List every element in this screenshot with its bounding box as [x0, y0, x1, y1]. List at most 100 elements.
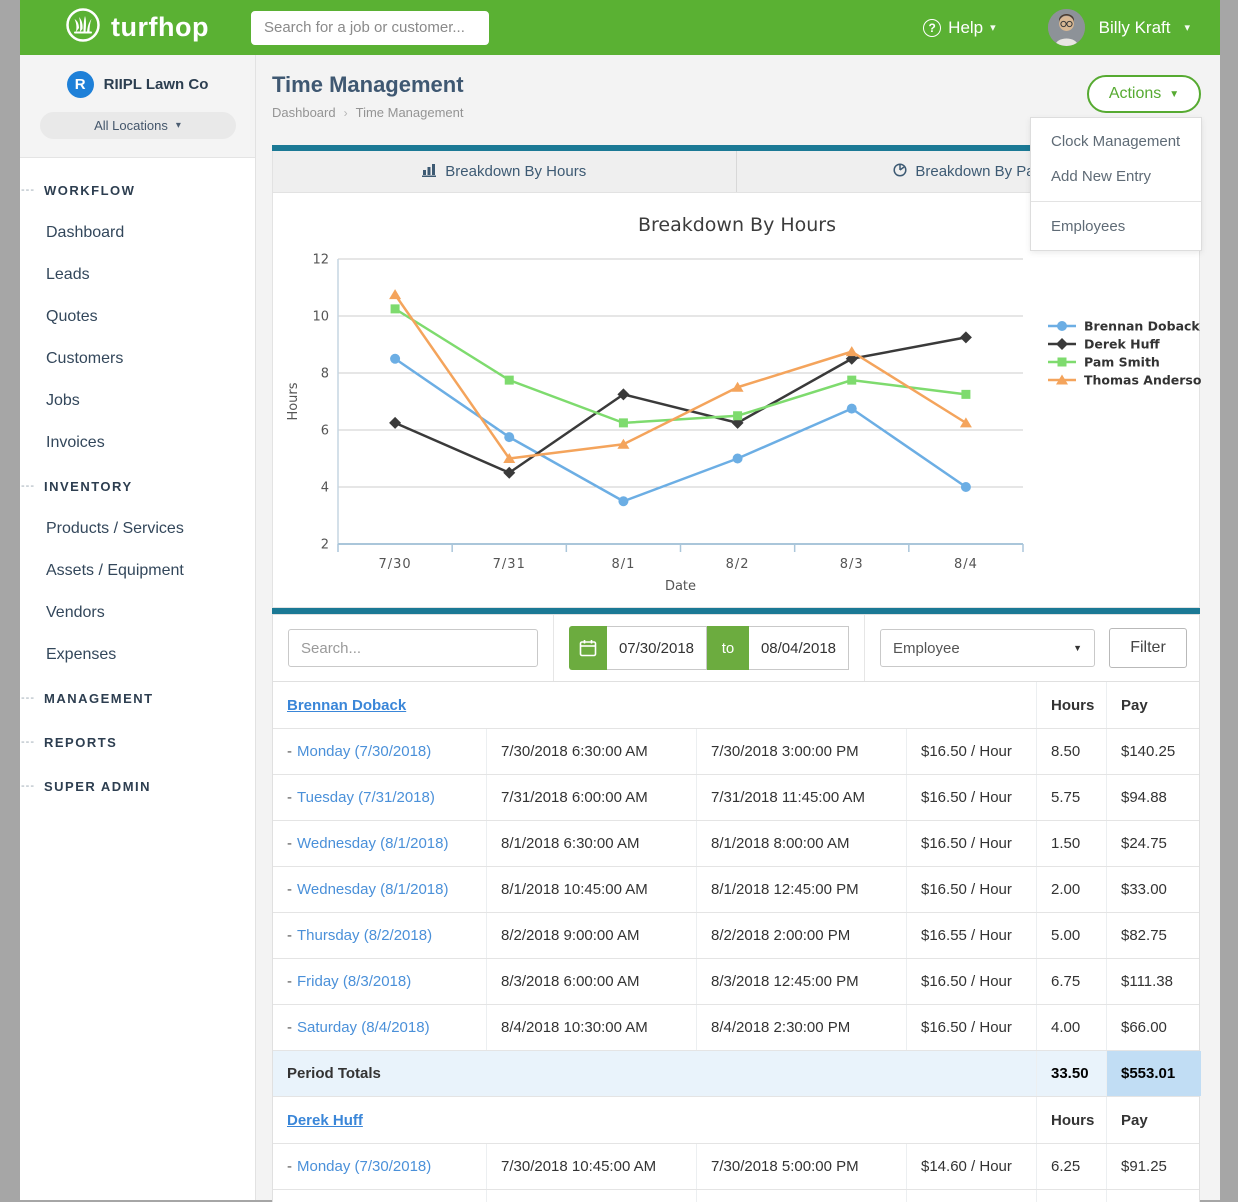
sidebar-section-super-admin[interactable]: ---SUPER ADMIN [20, 764, 255, 808]
sidebar-item-vendors[interactable]: Vendors [20, 592, 255, 634]
clock-in-cell: 8/1/2018 10:45:00 AM [486, 867, 696, 912]
sidebar-item-products-services[interactable]: Products / Services [20, 508, 255, 550]
breadcrumb-dashboard[interactable]: Dashboard [272, 105, 336, 120]
period-totals-row: Period Totals33.50$553.01 [273, 1051, 1199, 1097]
employee-select-value: Employee [893, 640, 960, 657]
sidebar-company-block: R RIIPL Lawn Co All Locations ▾ [20, 55, 255, 158]
sidebar-item-customers[interactable]: Customers [20, 338, 255, 380]
date-range-to-label: to [707, 626, 749, 670]
day-cell: -Monday (7/30/2018) [273, 729, 486, 774]
table-search-input[interactable] [288, 629, 538, 667]
date-from-input[interactable] [607, 626, 707, 670]
day-link[interactable]: Friday (8/3/2018) [297, 973, 411, 990]
sidebar-section-label: WORKFLOW [44, 183, 135, 198]
chevron-down-icon: ▾ [990, 21, 996, 34]
section-dash-icon: --- [20, 736, 44, 748]
user-name[interactable]: Billy Kraft [1099, 18, 1171, 38]
grass-logo-icon [65, 7, 101, 48]
menu-item-add-new-entry[interactable]: Add New Entry [1031, 159, 1201, 194]
sidebar-section-inventory[interactable]: ---INVENTORY [20, 464, 255, 508]
location-label: All Locations [94, 118, 168, 133]
employee-link[interactable]: Brennan Doback [287, 697, 406, 714]
rate-cell: $16.50 / Hour [906, 1005, 1036, 1050]
menu-item-clock-management[interactable]: Clock Management [1031, 124, 1201, 159]
dash-prefix: - [287, 1019, 292, 1036]
sidebar-item-leads[interactable]: Leads [20, 254, 255, 296]
tab-breakdown-by-hours[interactable]: Breakdown By Hours [273, 151, 736, 192]
actions-dropdown-menu: Clock ManagementAdd New Entry Employees [1030, 117, 1202, 251]
day-cell: -Monday (7/30/2018) [273, 1144, 486, 1189]
actions-button[interactable]: Actions ▼ [1087, 75, 1201, 113]
employee-select[interactable]: Employee ▼ [880, 629, 1095, 667]
pay-cell: $140.25 [1106, 729, 1201, 774]
sidebar-item-assets-equipment[interactable]: Assets / Equipment [20, 550, 255, 592]
hours-column-header: Hours [1036, 682, 1106, 728]
employee-link[interactable]: Derek Huff [287, 1112, 363, 1129]
day-cell: -Wednesday (8/1/2018) [273, 867, 486, 912]
svg-text:8/4: 8/4 [954, 557, 978, 572]
clock-in-cell: 8/4/2018 10:30:00 AM [486, 1005, 696, 1050]
sidebar: R RIIPL Lawn Co All Locations ▾ ---WORKF… [20, 55, 256, 1200]
pie-chart-icon [893, 163, 907, 181]
time-entry-row: -Monday (7/30/2018)7/30/2018 6:30:00 AM7… [273, 729, 1199, 775]
clock-out-cell: 8/2/2018 2:00:00 PM [696, 913, 906, 958]
time-entry-row: -Tuesday (7/31/2018)7/31/2018 6:00:00 AM… [273, 775, 1199, 821]
day-cell: -Tuesday (7/31/2018) [273, 775, 486, 820]
day-link[interactable]: Saturday (8/4/2018) [297, 1019, 430, 1036]
svg-text:Derek Huff: Derek Huff [1084, 337, 1161, 352]
bar-chart-icon [422, 163, 437, 181]
day-link[interactable]: Monday (7/30/2018) [297, 743, 431, 760]
location-selector[interactable]: All Locations ▾ [40, 112, 236, 139]
select-caret-icon: ▼ [1073, 643, 1082, 653]
chevron-down-icon[interactable]: ▾ [1184, 21, 1190, 34]
clock-out-cell: 7/30/2018 3:00:00 PM [696, 729, 906, 774]
actions-button-label: Actions [1109, 85, 1161, 103]
pay-column-header: Pay [1106, 1097, 1201, 1143]
day-link[interactable]: Monday (7/30/2018) [297, 1158, 431, 1175]
menu-item-employees[interactable]: Employees [1031, 209, 1201, 244]
sidebar-item-expenses[interactable]: Expenses [20, 634, 255, 676]
pay-cell: $82.75 [1106, 913, 1201, 958]
section-dash-icon: --- [20, 780, 44, 792]
rate-cell: $16.50 / Hour [906, 867, 1036, 912]
hours-cell: 4.00 [1036, 1005, 1106, 1050]
clock-in-cell: 8/2/2018 9:00:00 AM [486, 913, 696, 958]
company-selector[interactable]: R RIIPL Lawn Co [20, 71, 255, 98]
sidebar-section-reports[interactable]: ---REPORTS [20, 720, 255, 764]
hours-column-header: Hours [1036, 1097, 1106, 1143]
help-menu[interactable]: ? Help ▾ [923, 18, 996, 38]
filter-button[interactable]: Filter [1109, 628, 1187, 668]
sidebar-item-invoices[interactable]: Invoices [20, 422, 255, 464]
employee-name-cell: Derek Huff [273, 1097, 1036, 1143]
svg-text:7/31: 7/31 [493, 557, 526, 572]
svg-text:8/2: 8/2 [726, 557, 750, 572]
sidebar-item-jobs[interactable]: Jobs [20, 380, 255, 422]
day-link[interactable]: Wednesday (8/1/2018) [297, 835, 449, 852]
period-totals-hours: 33.50 [1036, 1051, 1106, 1096]
global-search-input[interactable] [251, 11, 489, 45]
day-link[interactable]: Tuesday (7/31/2018) [297, 789, 435, 806]
day-link[interactable]: Thursday (8/2/2018) [297, 927, 432, 944]
time-entry-row: -Monday (7/30/2018)7/30/2018 10:45:00 AM… [273, 1144, 1199, 1190]
clock-in-cell: 8/1/2018 6:30:00 AM [486, 821, 696, 866]
day-link[interactable]: Wednesday (8/1/2018) [297, 881, 449, 898]
svg-text:Pam Smith: Pam Smith [1084, 355, 1160, 370]
hours-chart-card: Breakdown By Hours246810127/307/318/18/2… [272, 193, 1200, 608]
sidebar-item-quotes[interactable]: Quotes [20, 296, 255, 338]
sidebar-item-dashboard[interactable]: Dashboard [20, 212, 255, 254]
hours-cell: 6.75 [1036, 959, 1106, 1004]
turfhop-logo[interactable]: turfhop [65, 7, 209, 48]
date-to-input[interactable] [749, 626, 849, 670]
dash-prefix: - [287, 789, 292, 806]
company-badge-icon: R [67, 71, 94, 98]
rate-cell: $16.50 / Hour [906, 775, 1036, 820]
sidebar-section-management[interactable]: ---MANAGEMENT [20, 676, 255, 720]
sidebar-section-workflow[interactable]: ---WORKFLOW [20, 168, 255, 212]
section-dash-icon: --- [20, 480, 44, 492]
employee-header-row: Derek Huff HoursPay [273, 1097, 1199, 1144]
user-avatar[interactable] [1048, 9, 1085, 46]
dash-prefix: - [287, 743, 292, 760]
clock-out-cell: 7/30/2018 5:00:00 PM [696, 1144, 906, 1189]
help-label: Help [948, 18, 983, 38]
calendar-icon[interactable] [569, 626, 607, 670]
